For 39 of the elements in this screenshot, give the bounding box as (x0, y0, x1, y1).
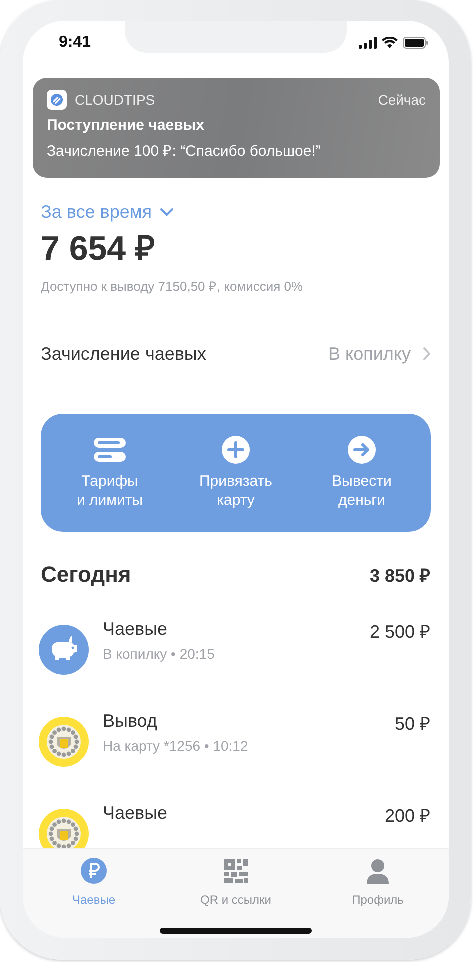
action-button[interactable]: Тарифы и лимиты (47, 432, 173, 514)
transaction-subtitle: В копилку • 20:15 (103, 646, 216, 662)
person-icon (364, 857, 392, 885)
piggy-bank-icon (39, 625, 89, 675)
balance-amount: 7 654 ₽ (41, 229, 157, 269)
app-name: CLOUDTIPS (75, 92, 156, 108)
notification-title: Поступление чаевых (47, 117, 206, 134)
setting-value-link[interactable]: В копилку (328, 344, 431, 364)
wifi-icon (382, 37, 398, 49)
tab[interactable]: Профиль (352, 855, 404, 909)
section-total: 3 850 ₽ (370, 565, 431, 587)
transaction-amount: 2 500 ₽ (370, 621, 431, 643)
chevron-right-icon (423, 347, 431, 361)
battery-icon (403, 37, 429, 49)
signal-icon (359, 37, 377, 49)
tab[interactable]: Чаевые (72, 855, 116, 909)
app-logo-icon (47, 90, 67, 110)
transaction-title: Чаевые (103, 619, 169, 640)
emblem-icon (39, 717, 89, 767)
setting-label: Зачисление чаевых (41, 344, 206, 364)
status-time: 9:41 (59, 34, 92, 52)
tab[interactable]: QR и ссылки (200, 855, 272, 909)
section-title: Сегодня (41, 562, 132, 588)
notification-time: Сейчас (378, 92, 426, 108)
transaction-title: Чаевые (103, 803, 169, 824)
qr-code-icon (222, 857, 250, 885)
transaction-title: Вывод (103, 711, 158, 732)
notification-card[interactable]: CLOUDTIPS Сейчас Поступление чаевых Зачисление 100 ₽: “Спасибо большое!” (33, 78, 440, 178)
transaction-amount: 200 ₽ (384, 805, 431, 827)
action-button[interactable]: Привязать карту (173, 432, 299, 514)
transaction-subtitle: На карту *1256 • 10:12 (103, 738, 250, 754)
period-selector[interactable]: За все время (41, 202, 174, 223)
transaction-amount: 50 ₽ (394, 713, 431, 735)
chevron-down-icon (160, 208, 174, 217)
action-button[interactable]: Вывести деньги (299, 432, 425, 514)
ruble-icon (80, 857, 108, 885)
balance-note: Доступно к выводу 7150,50 ₽, комиссия 0% (41, 278, 304, 295)
list-icon (92, 436, 128, 464)
notification-body: Зачисление 100 ₽: “Спасибо большое!” (47, 142, 322, 160)
